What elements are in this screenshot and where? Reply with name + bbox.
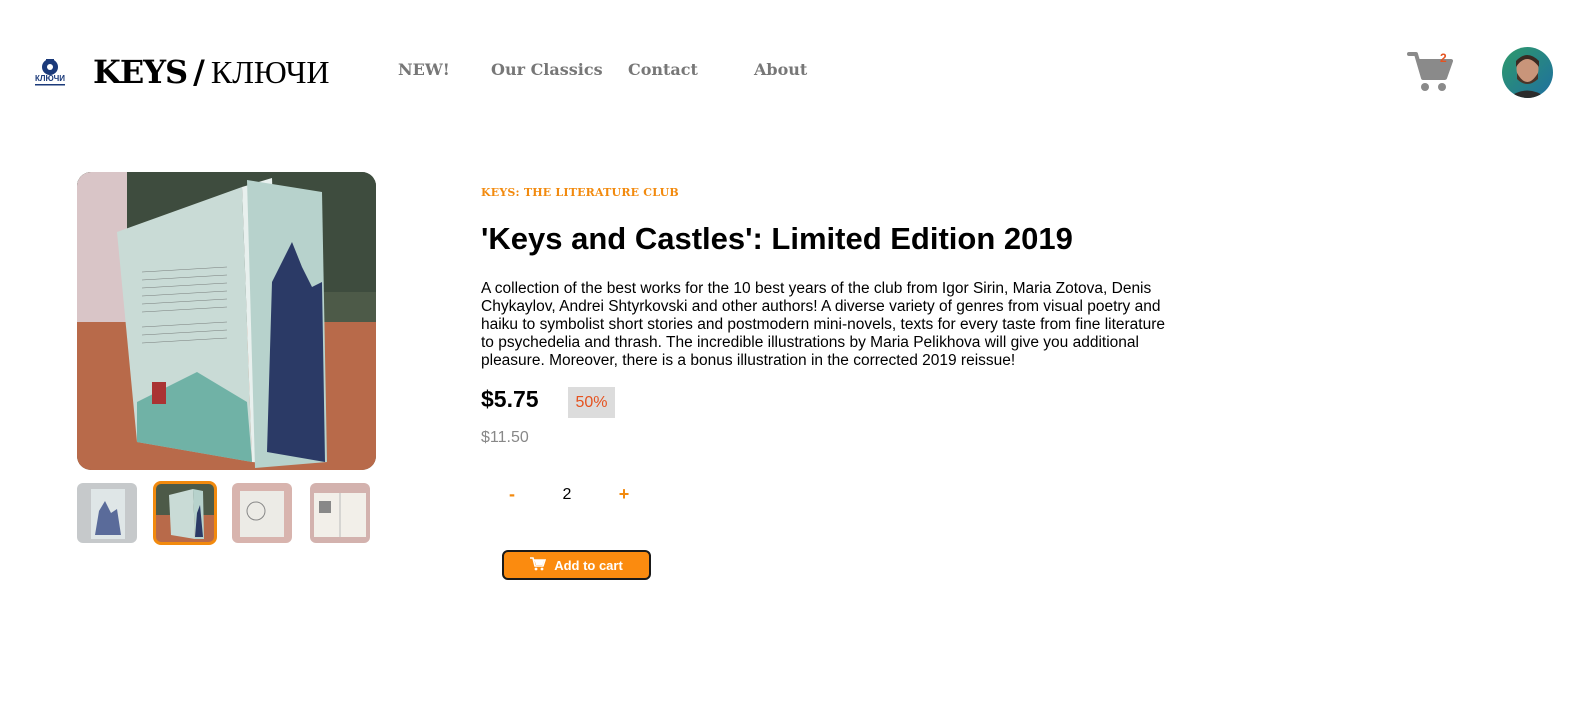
nav-contact[interactable]: Contact bbox=[628, 60, 698, 79]
brand-slash: / bbox=[193, 53, 205, 91]
add-to-cart-label: Add to cart bbox=[554, 557, 623, 573]
logo-text: КЛЮЧИ bbox=[35, 74, 65, 83]
cart-icon bbox=[530, 556, 547, 574]
nav-about[interactable]: About bbox=[754, 60, 807, 79]
brand-cyrillic: КЛЮЧИ bbox=[210, 54, 330, 90]
quantity-increase-button[interactable]: + bbox=[612, 484, 636, 505]
product-title: 'Keys and Castles': Limited Edition 2019 bbox=[481, 221, 1073, 256]
brand-title[interactable]: KEYS / КЛЮЧИ bbox=[93, 52, 329, 92]
site-logo[interactable]: КЛЮЧИ bbox=[32, 56, 68, 88]
current-price: $5.75 bbox=[481, 386, 539, 412]
discount-badge: 50% bbox=[568, 387, 615, 418]
club-label[interactable]: KEYS: THE LITERATURE CLUB bbox=[481, 186, 679, 199]
product-main-image bbox=[77, 172, 376, 470]
nav-our-classics[interactable]: Our Classics bbox=[491, 60, 603, 79]
add-to-cart-button[interactable]: Add to cart bbox=[502, 550, 651, 580]
quantity-decrease-button[interactable]: - bbox=[500, 484, 524, 505]
old-price: $11.50 bbox=[481, 429, 529, 446]
product-thumbnail-3[interactable] bbox=[232, 483, 292, 543]
brand-keys: KEYS bbox=[93, 53, 188, 91]
product-thumbnail-2[interactable] bbox=[153, 481, 217, 545]
user-avatar[interactable] bbox=[1502, 47, 1553, 98]
product-description: A collection of the best works for the 1… bbox=[481, 280, 1166, 369]
shopping-cart-icon[interactable] bbox=[1407, 50, 1455, 94]
nav-new[interactable]: NEW! bbox=[398, 60, 450, 79]
product-thumbnail-1[interactable] bbox=[77, 483, 137, 543]
product-thumbnail-4[interactable] bbox=[310, 483, 370, 543]
cart-count-badge: 2 bbox=[1440, 51, 1447, 65]
quantity-input[interactable] bbox=[553, 486, 581, 504]
